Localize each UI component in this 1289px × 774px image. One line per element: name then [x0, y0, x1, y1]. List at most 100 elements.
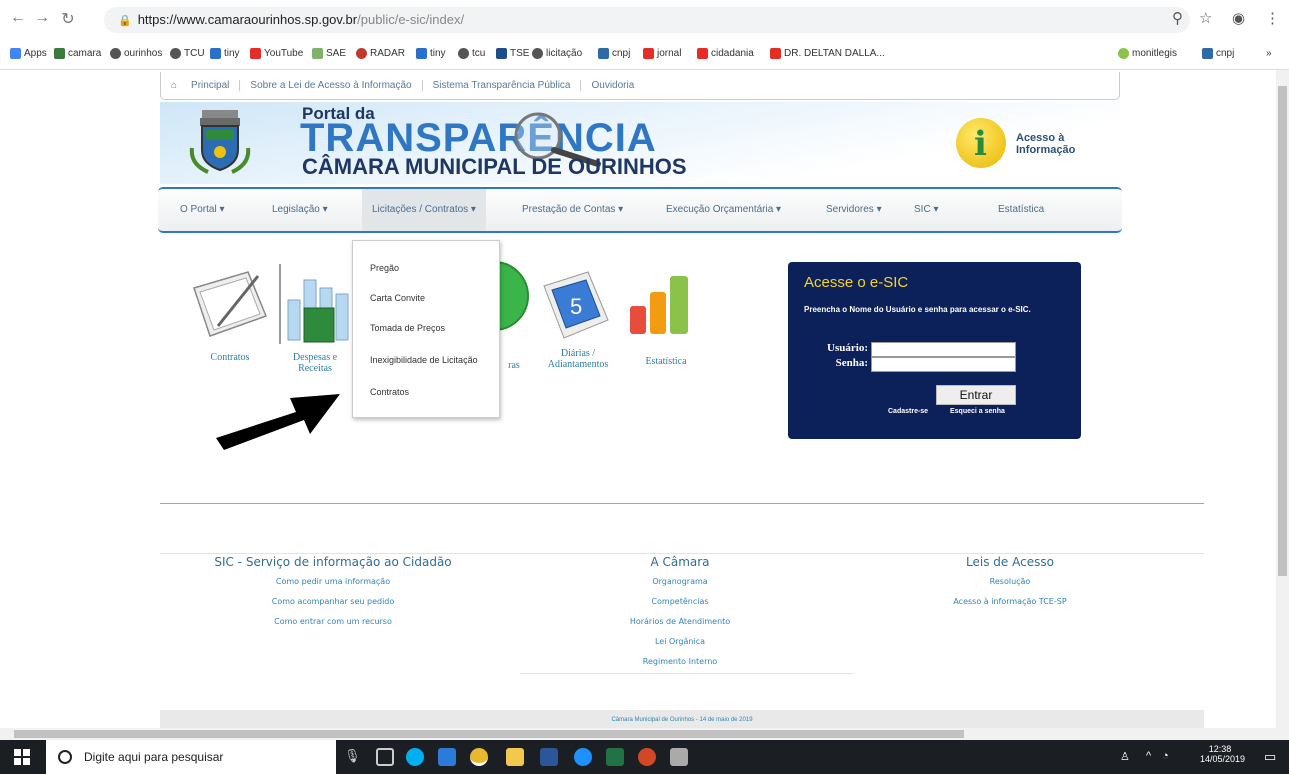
tile-label-contratos[interactable]: Contratos [200, 352, 260, 363]
divider [160, 503, 1204, 504]
bookmark-licitacao[interactable]: licitação [532, 48, 582, 59]
bookmark-ourinhos[interactable]: ourinhos [110, 48, 162, 59]
bookmark-deltan[interactable]: DR. DELTAN DALLA... [770, 48, 885, 59]
bookmark-monitlegis[interactable]: monitlegis [1118, 48, 1177, 59]
scrollbar-thumb[interactable] [1278, 86, 1287, 576]
forgot-password-link[interactable]: Esqueci a senha [950, 408, 1005, 415]
tile-label-despesas[interactable]: Despesas e Receitas [280, 352, 350, 374]
topnav-principal[interactable]: Principal [181, 80, 241, 91]
forward-icon[interactable]: → [32, 9, 52, 27]
contracts-icon[interactable] [188, 266, 272, 342]
bookmark-camara[interactable]: camara [54, 48, 101, 59]
dropdown-item-inexigibilidade[interactable]: Inexigibilidade de Licitação [370, 355, 478, 365]
url-host: https://www.camaraourinhos.sp.gov.br [137, 12, 358, 27]
tile-label-estatistica[interactable]: Estatística [636, 356, 696, 367]
footer-link[interactable]: Regimento Interno [600, 652, 760, 672]
bookmark-radar[interactable]: RADAR [356, 48, 405, 59]
dropdown-item-carta-convite[interactable]: Carta Convite [370, 293, 425, 303]
register-link[interactable]: Cadastre-se [888, 408, 928, 415]
topnav-lei-acesso[interactable]: Sobre a Lei de Acesso à Informação [240, 80, 423, 91]
reload-icon[interactable]: ↻ [58, 9, 78, 29]
security-icon[interactable] [438, 748, 456, 766]
footer-link[interactable]: Como pedir uma informação [200, 572, 466, 592]
menu-legislacao[interactable]: Legislação ▾ [272, 189, 328, 231]
footer-link[interactable]: Resolução [930, 572, 1090, 592]
expenses-chart-icon[interactable] [274, 260, 354, 350]
file-explorer-icon[interactable] [506, 748, 524, 766]
windows-start-icon[interactable] [14, 749, 30, 765]
footer-link[interactable]: Como entrar com um recurso [200, 612, 466, 632]
task-view-icon[interactable] [376, 748, 394, 766]
microphone-icon[interactable]: 🎙 [344, 748, 362, 766]
esic-description: Preencha o Nome do Usuário e senha para … [804, 305, 1031, 314]
paint-icon[interactable] [670, 748, 688, 766]
bookmark-tcu-2[interactable]: tcu [458, 48, 485, 59]
dropdown-item-tomada-precos[interactable]: Tomada de Preços [370, 323, 445, 333]
profile-icon[interactable]: ◉ [1232, 9, 1245, 27]
statistics-icon[interactable] [626, 266, 706, 344]
page-content: ⌂ Principal Sobre a Lei de Acesso à Info… [0, 70, 1276, 730]
powerpoint-icon[interactable] [638, 748, 656, 766]
bookmark-tcu[interactable]: TCU [170, 48, 205, 59]
tray-chevron-icon[interactable]: ^ [1146, 750, 1151, 762]
login-button[interactable]: Entrar [936, 385, 1016, 405]
menu-estatistica[interactable]: Estatística [998, 189, 1044, 231]
dropdown-item-pregao[interactable]: Pregão [370, 263, 399, 273]
bookmark-jornal[interactable]: jornal [643, 48, 681, 59]
excel-icon[interactable] [606, 748, 624, 766]
password-input[interactable] [871, 357, 1016, 372]
scrollbar-thumb[interactable] [14, 730, 964, 738]
notification-icon[interactable]: ▭ [1264, 749, 1276, 765]
cnpj-icon [1202, 48, 1213, 59]
word-icon[interactable] [540, 748, 558, 766]
bookmark-tiny[interactable]: tiny [210, 48, 240, 59]
info-icon[interactable] [956, 118, 1006, 168]
tile-label-compras[interactable]: ras [504, 360, 524, 371]
footer-link[interactable]: Lei Orgânica [600, 632, 760, 652]
tile-label-diarias[interactable]: Diárias / Adiantamentos [538, 348, 618, 370]
menu-execucao-orcamentaria[interactable]: Execução Orçamentária ▾ [666, 189, 781, 231]
bookmark-youtube[interactable]: YouTube [250, 48, 303, 59]
youtube-icon [250, 48, 261, 59]
topnav-ouvidoria[interactable]: Ouvidoria [581, 80, 644, 91]
username-input[interactable] [871, 342, 1016, 357]
zoom-icon[interactable]: ⚲ [1172, 9, 1183, 27]
back-icon[interactable]: ← [8, 9, 28, 27]
bookmark-sae[interactable]: SAE [312, 48, 346, 59]
divider [520, 673, 854, 674]
menu-icon[interactable]: ⋮ [1265, 9, 1280, 27]
clock[interactable]: 12:38 14/05/2019 [1200, 744, 1245, 764]
star-icon[interactable]: ☆ [1199, 9, 1212, 27]
horizontal-scrollbar[interactable] [0, 728, 1289, 740]
address-bar[interactable]: 🔒 https://www.camaraourinhos.sp.gov.br/pu… [104, 7, 1190, 33]
chrome-icon[interactable] [470, 748, 488, 766]
bookmark-apps[interactable]: Apps [10, 48, 47, 59]
vertical-scrollbar[interactable] [1276, 70, 1289, 730]
menu-sic[interactable]: SIC ▾ [914, 189, 938, 231]
bookmark-tse[interactable]: TSE [496, 48, 529, 59]
menu-licitacoes-contratos[interactable]: Licitações / Contratos ▾ [362, 189, 486, 231]
menu-o-portal[interactable]: O Portal ▾ [180, 189, 224, 231]
footer-link[interactable]: Como acompanhar seu pedido [200, 592, 466, 612]
topnav-sistema-transparencia[interactable]: Sistema Transparência Pública [423, 80, 582, 91]
people-icon[interactable]: ♙ [1120, 750, 1130, 763]
bookmark-cnpj-2[interactable]: cnpj [1202, 48, 1234, 59]
acesso-informacao-link[interactable]: Acesso à Informação [1016, 132, 1075, 156]
footer-link[interactable]: Horários de Atendimento [600, 612, 760, 632]
menu-servidores[interactable]: Servidores ▾ [826, 189, 882, 231]
dropdown-item-contratos[interactable]: Contratos [370, 387, 409, 397]
taskbar-search[interactable]: Digite aqui para pesquisar [46, 740, 336, 774]
bookmark-cnpj[interactable]: cnpj [598, 48, 630, 59]
bookmark-tiny-2[interactable]: tiny [416, 48, 446, 59]
username-label: Usuário: [827, 342, 868, 354]
footer-link[interactable]: Organograma [600, 572, 760, 592]
wifi-icon[interactable]: ◔ [1162, 750, 1169, 762]
edge-icon[interactable] [574, 748, 592, 766]
footer-link[interactable]: Competências [600, 592, 760, 612]
footer-link[interactable]: Acesso à informação TCE-SP [930, 592, 1090, 612]
menu-prestacao-contas[interactable]: Prestação de Contas ▾ [522, 189, 623, 231]
calendar-icon[interactable]: 5 [538, 268, 612, 342]
skype-icon[interactable] [406, 748, 424, 766]
more-bookmarks-icon[interactable]: » [1266, 48, 1272, 59]
bookmark-cidadania[interactable]: cidadania [697, 48, 754, 59]
